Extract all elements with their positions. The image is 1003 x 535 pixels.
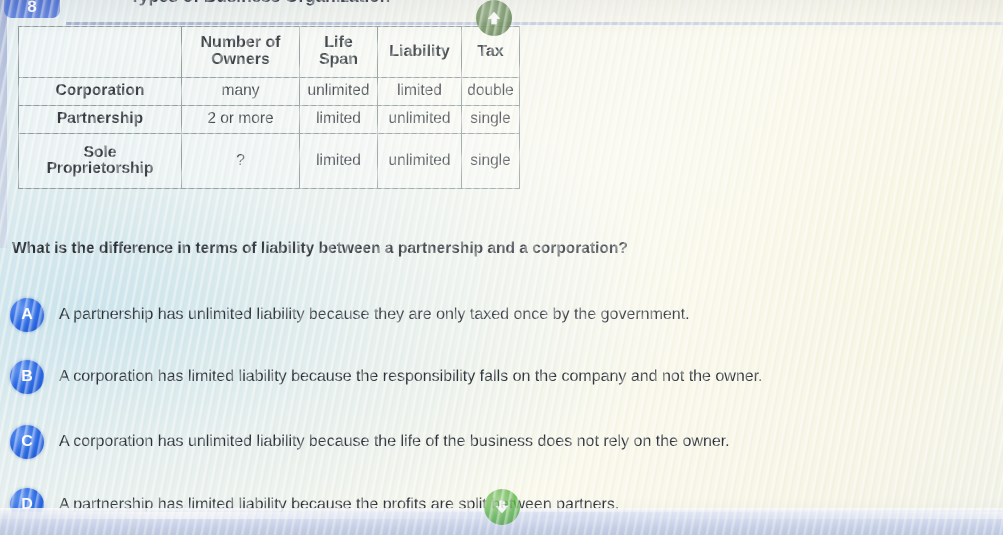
cell-corporation-owners: many — [181, 77, 300, 106]
scroll-down-button[interactable] — [484, 489, 520, 525]
cell-sole-owners: ? — [181, 133, 300, 189]
row-label-sole-proprietorship: Sole Proprietorship — [18, 133, 182, 189]
table-row: Sole Proprietorship ? limited unlimited … — [18, 133, 520, 189]
cell-sole-life-span: limited — [299, 133, 378, 189]
option-label-c[interactable]: A corporation has unlimited liability be… — [59, 433, 730, 451]
quiz-screen-photo: Types of Business Organization 8 Number … — [0, 0, 1003, 535]
cell-partnership-tax: single — [461, 105, 520, 134]
header-divider — [66, 22, 1003, 25]
option-badge-b[interactable]: B — [10, 360, 44, 394]
business-organization-table: Number of Owners Life Span Liability Tax… — [18, 26, 520, 189]
question-number-badge: 8 — [4, 0, 60, 18]
cell-partnership-life-span: limited — [299, 105, 378, 134]
cell-corporation-life-span: unlimited — [299, 77, 378, 106]
arrow-down-icon — [495, 500, 509, 514]
table-row: Corporation many unlimited limited doubl… — [18, 77, 520, 106]
table-header-liability: Liability — [377, 26, 462, 78]
table-row: Partnership 2 or more limited unlimited … — [18, 105, 520, 134]
table-header-blank — [18, 26, 182, 78]
table-header-owners-line2: Owners — [211, 51, 270, 68]
answer-option-a[interactable]: A A partnership has unlimited liability … — [10, 298, 690, 332]
cell-partnership-owners: 2 or more — [181, 105, 300, 134]
left-window-edge — [0, 0, 7, 248]
table-header-life-line1: Life — [324, 34, 353, 52]
row-label-sole-line1: Sole — [83, 143, 117, 161]
scroll-up-button[interactable] — [476, 0, 512, 36]
row-label-corporation: Corporation — [18, 77, 182, 106]
option-badge-a[interactable]: A — [10, 298, 44, 332]
arrow-up-icon — [487, 11, 501, 25]
table-header-life-line2: Span — [318, 51, 359, 68]
cell-partnership-liability: unlimited — [377, 105, 462, 134]
answer-option-c[interactable]: C A corporation has unlimited liability … — [10, 425, 730, 459]
table-header-life-span: Life Span — [299, 26, 378, 78]
cell-sole-tax: single — [461, 133, 520, 189]
cell-corporation-tax: double — [461, 77, 520, 106]
row-label-sole-line2: Proprietorship — [46, 160, 154, 177]
table-header-owners: Number of Owners — [181, 26, 300, 78]
org-comparison-table: Number of Owners Life Span Liability Tax… — [18, 26, 520, 189]
cell-corporation-liability: limited — [377, 77, 462, 106]
table-header-owners-line1: Number of — [200, 34, 281, 52]
cell-sole-liability: unlimited — [377, 133, 462, 189]
row-label-partnership: Partnership — [18, 105, 182, 134]
option-badge-c[interactable]: C — [10, 425, 44, 459]
question-prompt: What is the difference in terms of liabi… — [12, 240, 628, 257]
option-label-b[interactable]: A corporation has limited liability beca… — [59, 368, 763, 386]
answer-option-b[interactable]: B A corporation has limited liability be… — [10, 360, 763, 394]
page-title: Types of Business Organization — [100, 0, 420, 7]
option-label-a[interactable]: A partnership has unlimited liability be… — [59, 306, 690, 324]
table-header-row: Number of Owners Life Span Liability Tax — [18, 26, 520, 78]
